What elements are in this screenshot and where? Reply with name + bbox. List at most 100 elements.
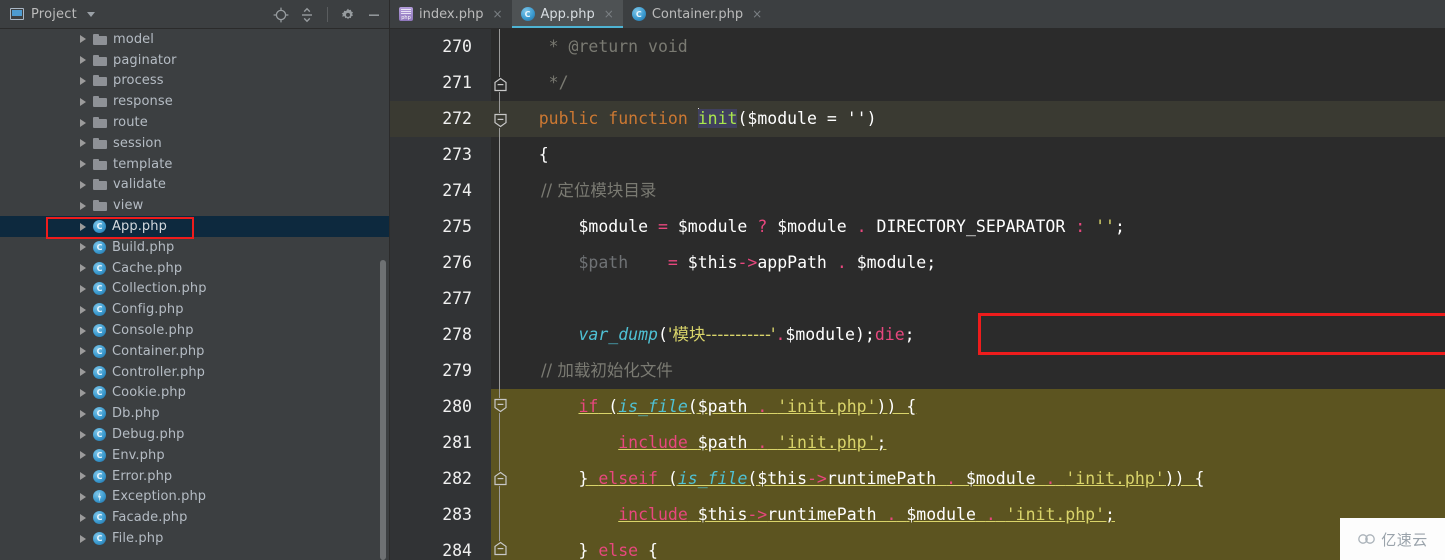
gear-icon[interactable] [340,7,356,23]
code-editor[interactable]: 270 * @return void 271 */ 272 public fun… [390,29,1445,560]
code-line-highlighted[interactable]: 281 include $path . 'init.php'; [390,425,1445,461]
code-folding-ribbon[interactable] [491,29,509,560]
code-line[interactable]: 274 // 定位模块目录 [390,173,1445,209]
tree-item-response[interactable]: response [0,91,390,112]
line-content[interactable]: public function init($module = '') [491,101,1445,137]
code-line-highlighted[interactable]: 280 if (is_file($path . 'init.php')) { [390,389,1445,425]
tree-item-file-php[interactable]: C File.php [0,528,390,549]
line-content[interactable]: { [491,137,1445,173]
expand-arrow-icon[interactable] [80,284,86,293]
tree-item-view[interactable]: view [0,195,390,216]
fold-end-marker[interactable] [493,471,508,486]
editor-tab-app-php[interactable]: C App.php × [511,0,624,28]
editor-tab-index-php[interactable]: index.php × [390,0,512,28]
tree-item-cookie-php[interactable]: C Cookie.php [0,383,390,404]
line-content[interactable]: $path = $this->appPath . $module; [491,245,1445,281]
tree-item-paginator[interactable]: paginator [0,50,390,71]
tree-item-error-php[interactable]: C Error.php [0,466,390,487]
tree-item-route[interactable]: route [0,112,390,133]
code-line[interactable]: 273 { [390,137,1445,173]
line-content[interactable]: * @return void [491,29,1445,65]
expand-arrow-icon[interactable] [80,139,86,148]
code-line[interactable]: 276 $path = $this->appPath . $module; [390,245,1445,281]
minimize-icon[interactable] [366,7,382,23]
tree-item-validate[interactable]: validate [0,175,390,196]
close-icon[interactable]: × [752,7,762,21]
sidebar-scrollbar[interactable] [380,260,386,560]
line-content[interactable]: include $path . 'init.php'; [491,425,1445,461]
expand-arrow-icon[interactable] [80,305,86,314]
code-line[interactable]: 279 // 加载初始化文件 [390,353,1445,389]
code-line-highlighted[interactable]: 284 } else { [390,533,1445,560]
expand-arrow-icon[interactable] [80,534,86,543]
expand-arrow-icon[interactable] [80,76,86,85]
expand-arrow-icon[interactable] [80,513,86,522]
code-line[interactable]: 277 [390,281,1445,317]
tree-item-container-php[interactable]: C Container.php [0,341,390,362]
expand-arrow-icon[interactable] [80,201,86,210]
tree-item-model[interactable]: model [0,29,390,50]
expand-arrow-icon[interactable] [80,118,86,127]
tree-item-console-php[interactable]: C Console.php [0,320,390,341]
expand-arrow-icon[interactable] [80,472,86,481]
tree-item-app-php[interactable]: C App.php [0,216,390,237]
code-line-highlighted[interactable]: 283 include $this->runtimePath . $module… [390,497,1445,533]
project-file-tree[interactable]: model paginator process response route sessio… [0,29,390,560]
fold-end-marker[interactable] [493,541,508,556]
line-content[interactable] [491,281,1445,317]
line-content[interactable]: // 定位模块目录 [491,173,1445,209]
tree-item-config-php[interactable]: C Config.php [0,299,390,320]
tree-item-template[interactable]: template [0,154,390,175]
editor-tab-container-php[interactable]: C Container.php × [623,0,771,28]
tree-item-debug-php[interactable]: C Debug.php [0,424,390,445]
line-content[interactable]: } else { [491,533,1445,560]
chevron-down-icon[interactable] [86,11,95,17]
expand-arrow-icon[interactable] [80,180,86,189]
expand-arrow-icon[interactable] [80,451,86,460]
fold-start-marker[interactable] [493,398,508,413]
expand-arrow-icon[interactable] [80,35,86,44]
tree-item-collection-php[interactable]: C Collection.php [0,279,390,300]
line-content[interactable]: */ [491,65,1445,101]
fold-end-marker[interactable] [493,77,508,92]
expand-arrow-icon[interactable] [80,160,86,169]
collapse-all-icon[interactable] [299,7,315,23]
line-content[interactable]: include $this->runtimePath . $module . '… [491,497,1445,533]
expand-arrow-icon[interactable] [80,388,86,397]
tree-item-env-php[interactable]: C Env.php [0,445,390,466]
code-line[interactable]: 271 */ [390,65,1445,101]
expand-arrow-icon[interactable] [80,409,86,418]
close-icon[interactable]: × [492,7,502,21]
code-line[interactable]: 270 * @return void [390,29,1445,65]
expand-arrow-icon[interactable] [80,264,86,273]
line-content[interactable]: $module = $module ? $module . DIRECTORY_… [491,209,1445,245]
tree-item-process[interactable]: process [0,71,390,92]
tree-item-build-php[interactable]: C Build.php [0,237,390,258]
code-line[interactable]: 275 $module = $module ? $module . DIRECT… [390,209,1445,245]
expand-arrow-icon[interactable] [80,368,86,377]
expand-arrow-icon[interactable] [80,97,86,106]
tree-item-session[interactable]: session [0,133,390,154]
close-icon[interactable]: × [604,7,614,21]
expand-arrow-icon[interactable] [80,56,86,65]
line-content[interactable]: // 加载初始化文件 [491,353,1445,389]
line-content[interactable]: } elseif (is_file($this->runtimePath . $… [491,461,1445,497]
line-content[interactable]: if (is_file($path . 'init.php')) { [491,389,1445,425]
tree-item-cache-php[interactable]: C Cache.php [0,258,390,279]
code-line[interactable]: 278 var_dump('模块-----------'.$module);di… [390,317,1445,353]
tree-item-exception-php[interactable]: Exception.php [0,487,390,508]
expand-arrow-icon[interactable] [80,430,86,439]
tree-item-db-php[interactable]: C Db.php [0,403,390,424]
expand-arrow-icon[interactable] [80,222,86,231]
tree-item-facade-php[interactable]: C Facade.php [0,507,390,528]
fold-start-marker[interactable] [493,113,508,128]
project-title-group[interactable]: Project [0,7,95,22]
locate-target-icon[interactable] [273,7,289,23]
expand-arrow-icon[interactable] [80,347,86,356]
expand-arrow-icon[interactable] [80,243,86,252]
expand-arrow-icon[interactable] [80,326,86,335]
line-content[interactable]: var_dump('模块-----------'.$module);die; [491,317,1445,353]
code-line-current[interactable]: 272 public function init($module = '') [390,101,1445,137]
code-line-highlighted[interactable]: 282 } elseif (is_file($this->runtimePath… [390,461,1445,497]
tree-item-controller-php[interactable]: C Controller.php [0,362,390,383]
